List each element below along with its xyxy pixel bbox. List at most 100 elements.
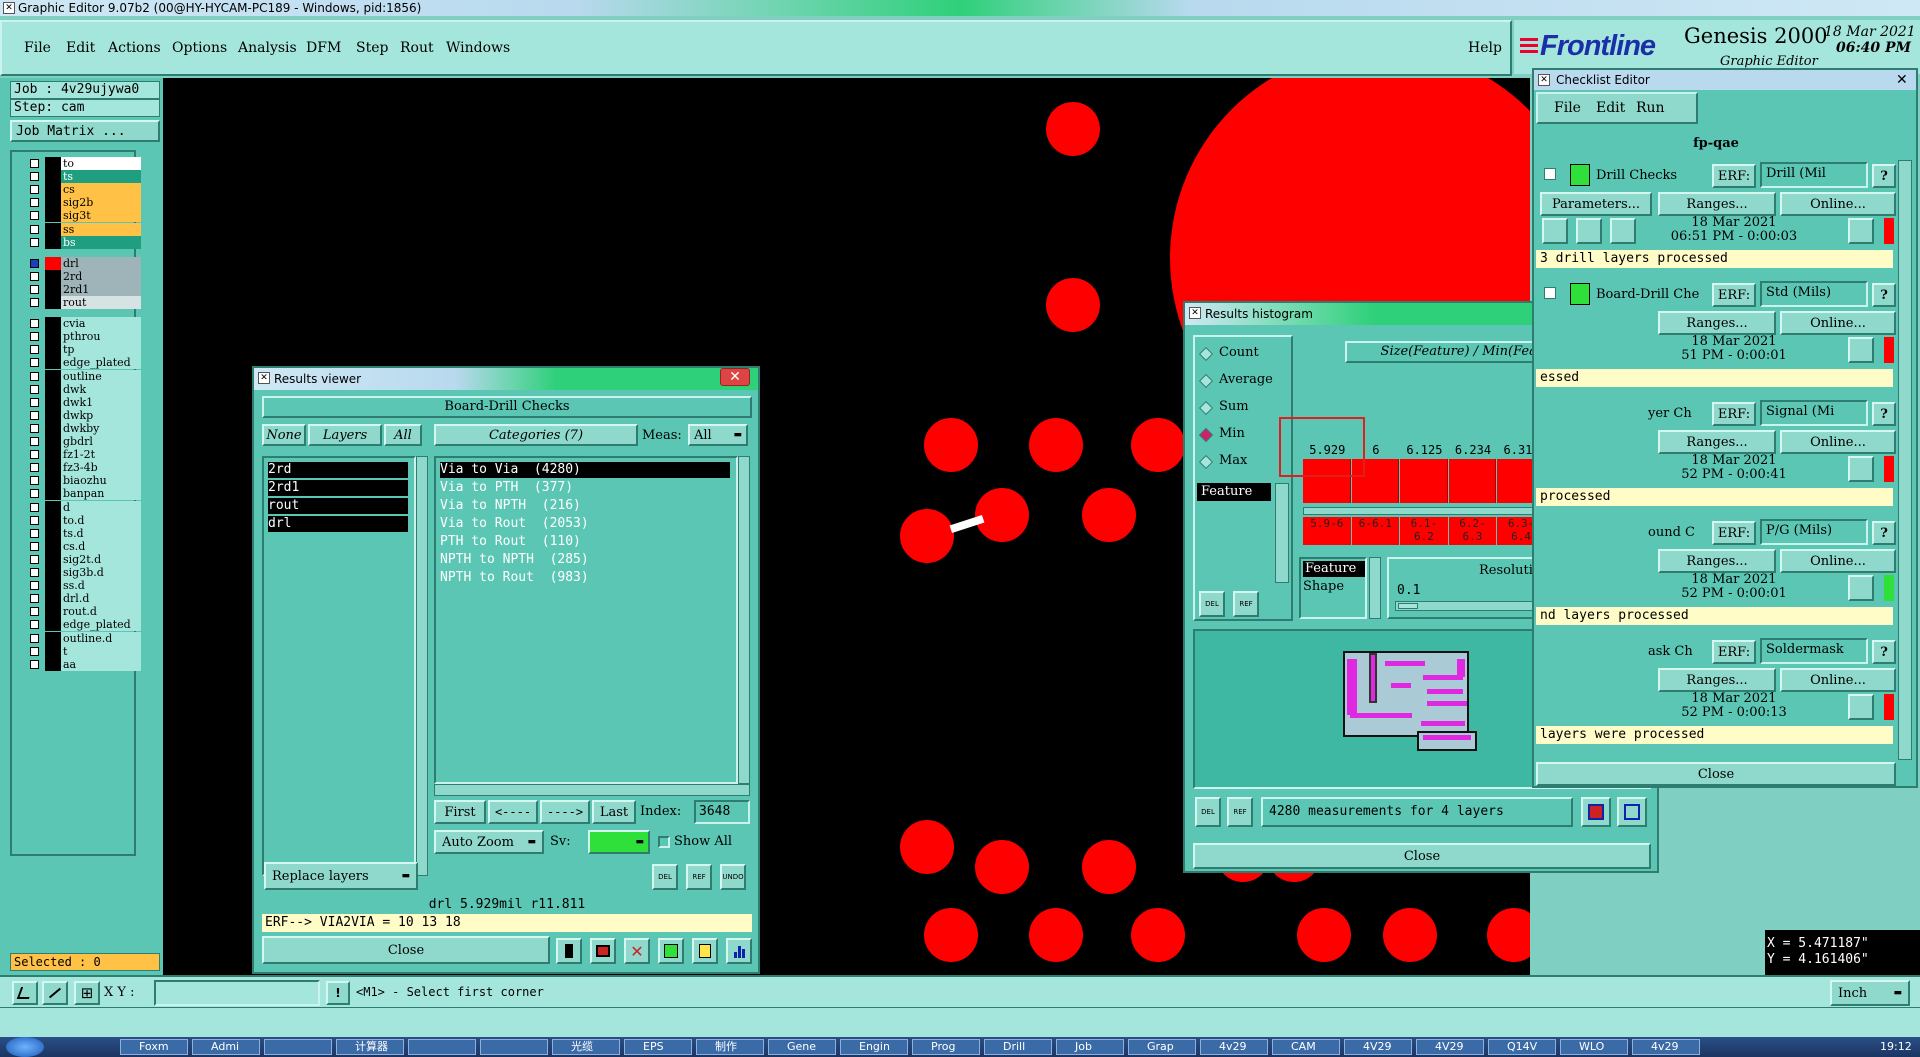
delete-results-icon[interactable]: ✕ (624, 938, 650, 964)
category-list-item[interactable]: Via to PTH (377) (440, 480, 730, 496)
layer-checkbox[interactable] (30, 659, 39, 669)
layer-checkbox[interactable] (30, 319, 39, 329)
menu-rout[interactable]: Rout (400, 40, 434, 56)
taskbar-item[interactable]: Drill (984, 1039, 1052, 1055)
taskbar-item[interactable]: Grap (1128, 1039, 1196, 1055)
category-list-item[interactable]: Via to Via (4280) (440, 462, 730, 478)
erf-value[interactable]: Soldermask (1760, 638, 1868, 664)
erf-button[interactable]: ERF: (1712, 521, 1756, 545)
erf-value[interactable]: Signal (Mi (1760, 400, 1868, 426)
close-button[interactable]: Close (262, 936, 550, 964)
category-list-item[interactable]: NPTH to NPTH (285) (440, 552, 730, 568)
help-icon[interactable]: ? (1872, 521, 1896, 545)
taskbar-item[interactable]: Job (1056, 1039, 1124, 1055)
prev-button[interactable]: <---- (488, 800, 538, 824)
layer-checkbox[interactable] (30, 397, 39, 407)
menu-help[interactable]: Help (1468, 40, 1502, 56)
taskbar-item[interactable] (264, 1039, 332, 1055)
del-icon[interactable]: DEL (1199, 591, 1225, 617)
layer-checkbox[interactable] (30, 198, 39, 208)
layer-checkbox[interactable] (30, 224, 39, 234)
index-input[interactable]: 3648 (694, 800, 750, 824)
erf-button[interactable]: ERF: (1712, 402, 1756, 426)
measure-mode-icon[interactable] (42, 981, 68, 1005)
layer-checkbox[interactable] (30, 345, 39, 355)
menu-dfm[interactable]: DFM (306, 40, 341, 56)
show-all-checkbox[interactable] (658, 836, 670, 848)
ranges-button[interactable]: Ranges... (1658, 430, 1776, 454)
ref-icon[interactable]: REF (686, 864, 712, 890)
layer-checkbox[interactable] (30, 358, 39, 368)
layer-list-item[interactable]: 2rd1 (268, 480, 408, 496)
category-list-item[interactable]: Via to Rout (2053) (440, 516, 730, 532)
feature-select[interactable]: Feature (1197, 483, 1271, 501)
xy-input[interactable] (154, 980, 320, 1006)
stat-radio-sum[interactable]: Sum (1198, 399, 1289, 417)
histogram-bar[interactable] (1448, 459, 1497, 503)
layers-vscrollbar[interactable] (416, 456, 428, 876)
layer-checkbox[interactable] (30, 646, 39, 656)
stat-vscrollbar[interactable] (1275, 483, 1289, 583)
layer-checkbox[interactable] (30, 528, 39, 538)
layer-list-item[interactable]: rout (268, 498, 408, 514)
taskbar-item[interactable] (480, 1039, 548, 1055)
highlight-icon[interactable] (658, 938, 684, 964)
layer-row[interactable]: aa (26, 657, 144, 672)
stat-radio-min[interactable]: Min (1198, 426, 1289, 444)
menu-actions[interactable]: Actions (108, 40, 161, 56)
checklist-close-button[interactable]: Close (1536, 762, 1896, 786)
undo-icon[interactable]: UNDO (720, 864, 746, 890)
zoom-icon[interactable] (1848, 337, 1874, 363)
taskbar-item[interactable]: 计算器 (336, 1039, 404, 1055)
layer-checkbox[interactable] (30, 620, 39, 630)
mode-feature[interactable]: Feature (1303, 561, 1365, 577)
checkbox-icon[interactable] (1544, 287, 1556, 299)
taskbar-item[interactable]: Foxm (120, 1039, 188, 1055)
layer-row[interactable]: rout (26, 295, 144, 310)
layer-list-item[interactable]: 2rd (268, 462, 408, 478)
layer-checkbox[interactable] (30, 284, 39, 294)
online-button[interactable]: Online... (1780, 668, 1896, 692)
taskbar-item[interactable]: Gene (768, 1039, 836, 1055)
online-button[interactable]: Online... (1780, 192, 1896, 216)
help-icon[interactable]: ? (1872, 402, 1896, 426)
layer-checkbox[interactable] (30, 515, 39, 525)
layer-checkbox[interactable] (30, 541, 39, 551)
notes-icon[interactable] (692, 938, 718, 964)
online-button[interactable]: Online... (1780, 311, 1896, 335)
layer-checkbox[interactable] (30, 594, 39, 604)
replace-layers-select[interactable]: Replace layers ▬ (264, 862, 418, 890)
close-button[interactable]: Close (1193, 843, 1651, 869)
layer-checkbox[interactable] (30, 298, 39, 307)
menu-windows[interactable]: Windows (446, 40, 510, 56)
checklist-vscrollbar[interactable] (1898, 160, 1912, 760)
layer-checkbox[interactable] (30, 211, 39, 221)
categories-list[interactable]: Via to Via (4280) Via to PTH (377) Via to … (434, 456, 738, 784)
auto-zoom-select[interactable]: Auto Zoom ▬ (434, 830, 544, 854)
all-button[interactable]: All (384, 424, 422, 446)
stat-radio-count[interactable]: Count (1198, 345, 1289, 363)
taskbar-item[interactable]: Engin (840, 1039, 908, 1055)
close-icon[interactable]: ✕ (720, 368, 750, 386)
erf-value[interactable]: Std (Mils) (1760, 281, 1868, 307)
layer-checkbox[interactable] (30, 450, 39, 460)
taskbar-item[interactable]: CAM (1272, 1039, 1340, 1055)
histogram-bar[interactable] (1400, 459, 1448, 503)
first-button[interactable]: First (434, 800, 486, 824)
layer-checkbox[interactable] (30, 172, 39, 182)
mode-shape[interactable]: Shape (1303, 579, 1344, 594)
category-list-item[interactable]: Via to NPTH (216) (440, 498, 730, 514)
category-list-item[interactable]: NPTH to Rout (983) (440, 570, 730, 586)
report-icon[interactable] (590, 938, 616, 964)
ref-icon[interactable]: REF (1227, 797, 1253, 827)
stat-radio-average[interactable]: Average (1198, 372, 1289, 390)
menu-step[interactable]: Step (356, 40, 388, 56)
erf-value[interactable]: Drill (Mil (1760, 162, 1868, 188)
layer-checkbox[interactable] (30, 258, 39, 268)
run-action-icon[interactable] (1542, 218, 1568, 244)
measure-icon[interactable] (556, 938, 582, 964)
taskbar-item[interactable]: 4V29 (1344, 1039, 1412, 1055)
menu-analysis[interactable]: Analysis (238, 40, 297, 56)
taskbar-item[interactable]: 4V29 (1416, 1039, 1484, 1055)
mode-list[interactable]: Feature Shape (1299, 557, 1367, 619)
